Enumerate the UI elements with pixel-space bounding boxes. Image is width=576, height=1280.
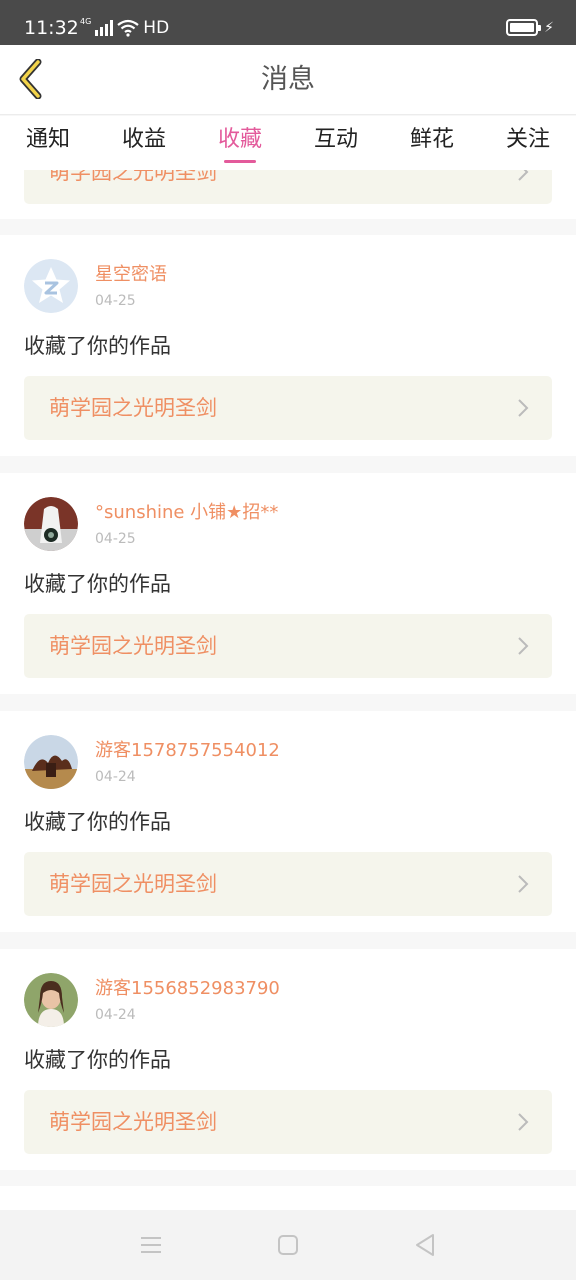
tab-favorites[interactable]: 收藏 — [192, 116, 288, 170]
username[interactable]: °sunshine 小铺★招** — [95, 501, 278, 525]
username[interactable]: 游客1556852983790 — [95, 977, 280, 1001]
work-link[interactable]: 萌学园之光明圣剑 — [24, 1090, 552, 1154]
chevron-right-icon — [518, 170, 529, 181]
qzone-avatar-icon — [24, 259, 78, 313]
list-item: 星空密语 04-25 收藏了你的作品 萌学园之光明圣剑 — [0, 235, 576, 456]
tab-notice[interactable]: 通知 — [0, 116, 96, 170]
app-header: 消息 — [0, 45, 576, 115]
triangle-back-icon — [416, 1234, 434, 1256]
username[interactable]: 游客1578757554012 — [95, 739, 280, 763]
chevron-right-icon — [518, 399, 529, 417]
item-date: 04-24 — [95, 1007, 136, 1023]
work-link[interactable]: 萌学园之光明圣剑 — [24, 614, 552, 678]
list-item — [0, 1186, 576, 1210]
item-date: 04-25 — [95, 531, 136, 547]
username[interactable]: 星空密语 — [95, 263, 167, 287]
network-indicator: 4G HD — [80, 17, 169, 39]
tab-follow[interactable]: 关注 — [480, 116, 576, 170]
avatar[interactable] — [24, 259, 78, 313]
item-date: 04-25 — [95, 293, 136, 309]
photo-avatar-icon — [24, 735, 78, 789]
work-link[interactable]: 萌学园之光明圣剑 — [24, 376, 552, 440]
system-nav-bar — [0, 1210, 576, 1280]
work-link[interactable]: 萌学园之光明圣剑 — [24, 852, 552, 916]
battery-icon: ⚡ — [506, 19, 554, 36]
photo-avatar-icon — [24, 973, 78, 1027]
tab-bar: 通知 收益 收藏 互动 鲜花 关注 — [0, 116, 576, 170]
message-list: 萌学园之光明圣剑 星空密语 04-25 收藏了你的作品 萌学园之光明圣剑 °su… — [0, 170, 576, 1210]
menu-icon — [141, 1237, 161, 1253]
page-title: 消息 — [261, 64, 315, 95]
charging-icon: ⚡ — [544, 19, 554, 36]
list-item: 萌学园之光明圣剑 — [0, 170, 576, 219]
home-icon — [278, 1235, 298, 1255]
tab-flowers[interactable]: 鲜花 — [384, 116, 480, 170]
home-button[interactable] — [274, 1232, 302, 1258]
signal-icon — [95, 20, 114, 36]
wifi-icon — [117, 19, 139, 37]
status-bar: 11:32 4G HD ⚡ — [0, 0, 576, 45]
action-text: 收藏了你的作品 — [24, 334, 171, 358]
hd-label: HD — [143, 18, 170, 38]
avatar[interactable] — [24, 735, 78, 789]
action-text: 收藏了你的作品 — [24, 572, 171, 596]
photo-avatar-icon — [24, 497, 78, 551]
tab-interaction[interactable]: 互动 — [288, 116, 384, 170]
chevron-right-icon — [518, 1113, 529, 1131]
action-text: 收藏了你的作品 — [24, 810, 171, 834]
chevron-right-icon — [518, 637, 529, 655]
action-text: 收藏了你的作品 — [24, 1048, 171, 1072]
list-item: °sunshine 小铺★招** 04-25 收藏了你的作品 萌学园之光明圣剑 — [0, 473, 576, 694]
menu-button[interactable] — [137, 1232, 165, 1258]
work-title: 萌学园之光明圣剑 — [49, 396, 217, 420]
status-time: 11:32 — [24, 17, 79, 39]
work-title: 萌学园之光明圣剑 — [49, 634, 217, 658]
list-item: 游客1578757554012 04-24 收藏了你的作品 萌学园之光明圣剑 — [0, 711, 576, 932]
chevron-right-icon — [518, 875, 529, 893]
avatar[interactable] — [24, 973, 78, 1027]
list-item: 游客1556852983790 04-24 收藏了你的作品 萌学园之光明圣剑 — [0, 949, 576, 1170]
avatar[interactable] — [24, 497, 78, 551]
item-date: 04-24 — [95, 769, 136, 785]
work-title: 萌学园之光明圣剑 — [49, 872, 217, 896]
tab-income[interactable]: 收益 — [96, 116, 192, 170]
work-title: 萌学园之光明圣剑 — [49, 170, 217, 184]
work-title: 萌学园之光明圣剑 — [49, 1110, 217, 1134]
network-type: 4G — [80, 17, 92, 26]
back-nav-button[interactable] — [411, 1232, 439, 1258]
work-link[interactable]: 萌学园之光明圣剑 — [24, 170, 552, 204]
